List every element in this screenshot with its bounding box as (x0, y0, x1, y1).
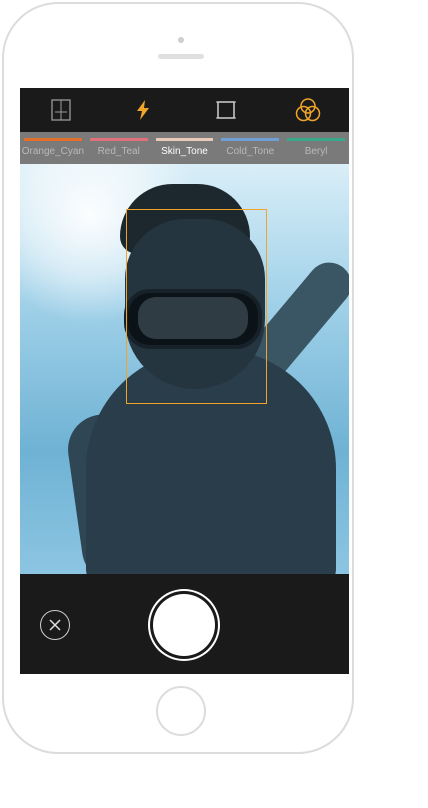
color-filter-icon (295, 98, 321, 122)
square-frame-icon (215, 101, 236, 119)
camera-viewfinder[interactable] (20, 164, 349, 574)
close-icon (49, 619, 61, 631)
filter-skin-tone[interactable]: Skin_Tone (152, 132, 218, 164)
flash-button[interactable] (129, 96, 157, 124)
camera-screen: Orange_Cyan Red_Teal Skin_Tone Cold_Tone… (20, 88, 349, 674)
filter-strip: Orange_Cyan Red_Teal Skin_Tone Cold_Tone… (20, 132, 349, 164)
filter-label: Orange_Cyan (21, 146, 85, 157)
filter-red-teal[interactable]: Red_Teal (86, 132, 152, 164)
color-filter-button[interactable] (294, 96, 322, 124)
earpiece-speaker (158, 54, 204, 59)
filter-label: Red_Teal (97, 146, 140, 157)
phone-frame: Orange_Cyan Red_Teal Skin_Tone Cold_Tone… (2, 2, 354, 754)
filter-label: Cold_Tone (226, 146, 275, 157)
filter-label: Skin_Tone (161, 146, 208, 157)
filter-swatch (221, 138, 280, 141)
filter-label: Beryl (304, 146, 328, 157)
filter-swatch (155, 138, 214, 141)
filter-cold-tone[interactable]: Cold_Tone (217, 132, 283, 164)
top-toolbar (20, 88, 349, 132)
filter-swatch (89, 138, 148, 141)
face-focus-box[interactable] (126, 209, 267, 404)
cancel-button[interactable] (40, 610, 70, 640)
filter-beryl[interactable]: Beryl (283, 132, 349, 164)
filter-swatch (287, 138, 345, 141)
shutter-button[interactable] (153, 594, 215, 656)
flash-icon (137, 100, 150, 120)
swap-frame-icon (51, 99, 71, 121)
home-button[interactable] (156, 686, 206, 736)
swap-frame-button[interactable] (47, 96, 75, 124)
filter-orange-cyan[interactable]: Orange_Cyan (20, 132, 86, 164)
square-frame-button[interactable] (212, 96, 240, 124)
capture-bar (20, 574, 349, 674)
filter-swatch (24, 138, 82, 141)
front-camera (178, 37, 184, 43)
